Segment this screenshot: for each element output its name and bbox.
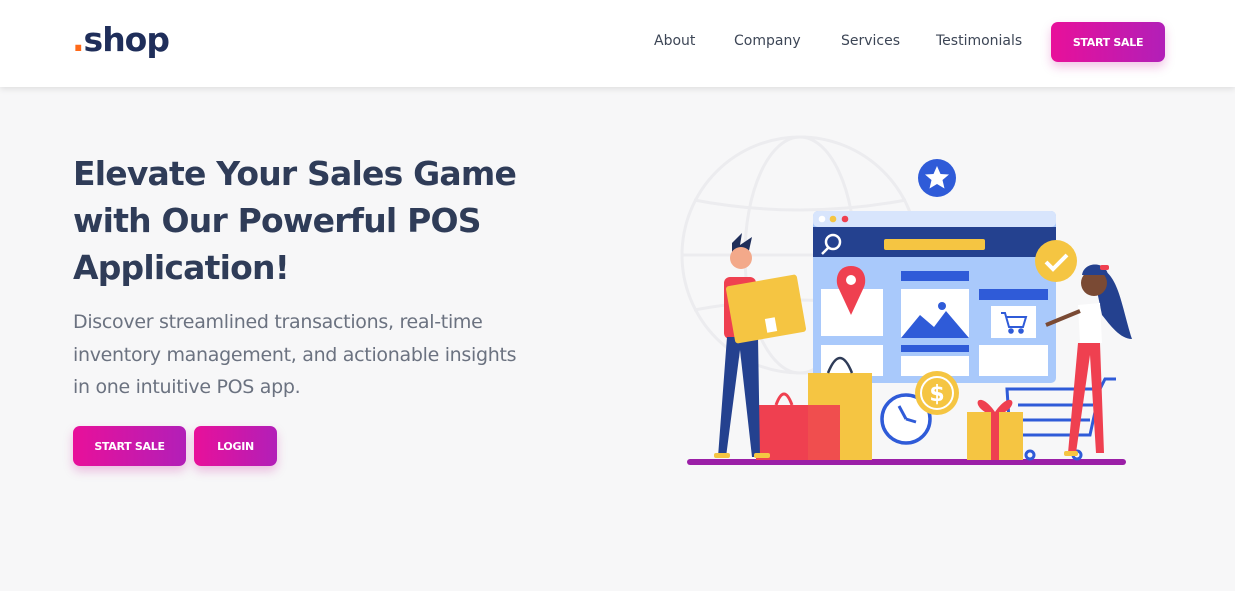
nav-start-sale-button[interactable]: START SALE xyxy=(1051,22,1165,62)
nav-link-company[interactable]: Company xyxy=(734,33,801,49)
hero-description: Discover streamlined transactions, real-… xyxy=(73,311,517,398)
nav-link-about[interactable]: About xyxy=(654,33,695,49)
checkmark-icon xyxy=(1035,240,1077,282)
star-icon xyxy=(918,159,956,197)
logo-dot: . xyxy=(72,20,85,59)
woman-figure xyxy=(1045,264,1132,456)
nav-link-services[interactable]: Services xyxy=(841,33,900,49)
svg-text:$: $ xyxy=(929,382,944,407)
nav-link-testimonials[interactable]: Testimonials xyxy=(936,33,1022,49)
hero-login-button[interactable]: LOGIN xyxy=(194,426,277,466)
hero-title: Elevate Your Sales Game with Our Powerfu… xyxy=(73,154,517,287)
logo[interactable]: .shop xyxy=(72,20,170,59)
hero-start-sale-button[interactable]: START SALE xyxy=(73,426,186,466)
shopping-bags xyxy=(756,356,872,460)
navbar: .shop About Company Services Testimonial… xyxy=(0,0,1235,87)
ground-line xyxy=(687,459,1126,465)
logo-text: shop xyxy=(83,20,170,59)
hero-illustration: $ xyxy=(680,135,1132,465)
gift-icon xyxy=(967,399,1023,460)
dollar-coin-icon: $ xyxy=(915,371,959,415)
